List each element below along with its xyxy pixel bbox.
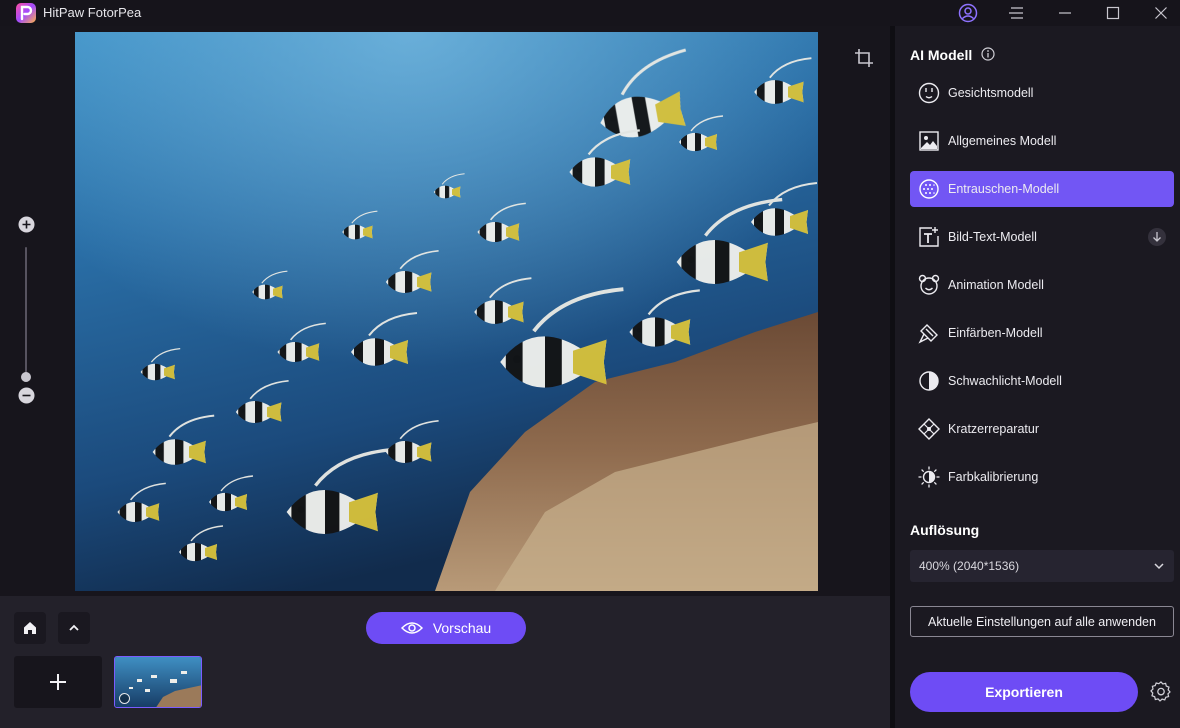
model-item-color-calibration[interactable]: Farbkalibrierung: [910, 459, 1174, 495]
app-window: HitPaw FotorPea Vorschau AI Modell Gesic…: [0, 0, 1180, 728]
add-image-button[interactable]: [14, 656, 102, 708]
chevron-down-icon: [1154, 563, 1164, 570]
gear-icon[interactable]: [1150, 681, 1172, 703]
title-bar: HitPaw FotorPea: [0, 0, 1180, 26]
home-button[interactable]: [14, 612, 46, 644]
model-item-text-image[interactable]: Bild-Text-Modell: [910, 219, 1174, 255]
eye-icon: [400, 622, 423, 634]
model-item-scratch[interactable]: Kratzerreparatur: [910, 411, 1174, 447]
user-icon: [958, 3, 978, 23]
account-button[interactable]: [948, 0, 988, 26]
zoom-in-icon[interactable]: [18, 216, 35, 233]
thumbnail-status-icon: [119, 693, 130, 704]
model-item-colorize[interactable]: Einfärben-Modell: [910, 315, 1174, 351]
photo-image: [75, 32, 818, 591]
ai-model-title: AI Modell: [910, 47, 973, 63]
model-label: Gesichtsmodell: [948, 86, 1034, 100]
animation-icon: [918, 274, 940, 296]
zoom-slider-track[interactable]: [25, 247, 27, 377]
face-icon: [918, 82, 940, 104]
model-item-lowlight[interactable]: Schwachlicht-Modell: [910, 363, 1174, 399]
zoom-slider-thumb[interactable]: [21, 372, 31, 382]
home-icon: [24, 622, 36, 634]
model-item-denoise[interactable]: Entrauschen-Modell: [910, 171, 1174, 207]
model-label: Kratzerreparatur: [948, 422, 1040, 436]
denoise-icon: [918, 178, 940, 200]
model-label: Bild-Text-Modell: [948, 230, 1037, 244]
lowlight-icon: [918, 370, 940, 392]
close-button[interactable]: [1141, 0, 1180, 26]
resolution-value: 400% (2040*1536): [919, 559, 1020, 573]
download-icon[interactable]: [1148, 228, 1166, 246]
canvas-area: [0, 26, 890, 596]
model-label: Schwachlicht-Modell: [948, 374, 1062, 388]
model-label: Animation Modell: [948, 278, 1044, 292]
resolution-title: Auflösung: [910, 522, 980, 538]
model-label: Farbkalibrierung: [948, 470, 1039, 484]
info-icon[interactable]: [981, 47, 995, 61]
menu-button[interactable]: [996, 0, 1036, 26]
text-image-icon: [918, 226, 940, 248]
color-calibration-icon: [918, 466, 940, 488]
apply-to-all-button[interactable]: Aktuelle Einstellungen auf alle anwenden: [910, 606, 1174, 637]
app-logo-icon: [16, 3, 36, 23]
plus-icon: [50, 674, 66, 690]
minimize-icon: [1059, 12, 1071, 14]
bottom-bar: Vorschau: [0, 596, 890, 728]
preview-label: Vorschau: [432, 620, 492, 636]
colorize-icon: [918, 322, 940, 344]
model-label: Einfärben-Modell: [948, 326, 1043, 340]
collapse-button[interactable]: [58, 612, 90, 644]
minimize-button[interactable]: [1045, 0, 1085, 26]
crop-icon[interactable]: [854, 48, 874, 68]
app-title: HitPaw FotorPea: [43, 5, 142, 20]
model-item-general[interactable]: Allgemeines Modell: [910, 123, 1174, 159]
photo-preview[interactable]: [75, 32, 818, 591]
chevron-up-icon: [69, 624, 79, 631]
preview-button[interactable]: Vorschau: [366, 612, 526, 644]
export-button[interactable]: Exportieren: [910, 672, 1138, 712]
model-item-face[interactable]: Gesichtsmodell: [910, 75, 1174, 111]
image-thumbnail[interactable]: [114, 656, 202, 708]
scratch-icon: [918, 418, 940, 440]
maximize-button[interactable]: [1093, 0, 1133, 26]
close-icon: [1155, 7, 1167, 19]
resolution-select[interactable]: 400% (2040*1536): [910, 550, 1174, 582]
settings-panel: AI Modell Gesichtsmodell Allgemeines Mod…: [895, 26, 1180, 728]
model-item-animation[interactable]: Animation Modell: [910, 267, 1174, 303]
maximize-icon: [1106, 6, 1120, 20]
menu-icon: [1009, 7, 1023, 19]
model-label: Entrauschen-Modell: [948, 182, 1060, 196]
zoom-out-icon[interactable]: [18, 387, 35, 404]
image-icon: [918, 130, 940, 152]
model-label: Allgemeines Modell: [948, 134, 1057, 148]
